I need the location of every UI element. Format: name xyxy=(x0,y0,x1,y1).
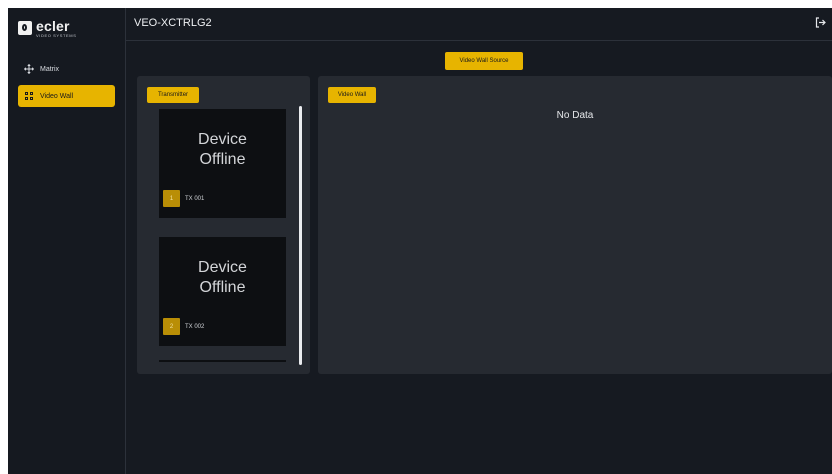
page-title: VEO-XCTRLG2 xyxy=(134,17,212,29)
transmitter-tile[interactable]: Device Offline 1 TX 001 xyxy=(159,109,286,218)
video-wall-source-button[interactable]: Video Wall Source xyxy=(445,52,523,70)
brand-logo: ecler VIDEO SYSTEMS xyxy=(18,17,76,39)
sidebar: ecler VIDEO SYSTEMS Matrix Video Wall xyxy=(8,8,126,474)
transmitter-panel: Transmitter Device Offline 1 TX 001 Devi… xyxy=(137,76,310,374)
sidebar-item-matrix[interactable]: Matrix xyxy=(18,58,115,80)
no-data-message: No Data xyxy=(556,110,594,121)
tile-name: TX 002 xyxy=(185,324,205,330)
tile-status-line2: Offline xyxy=(199,151,246,168)
ecler-logo-icon xyxy=(18,21,32,35)
tile-name: TX 001 xyxy=(185,196,205,202)
tile-status-line1: Device xyxy=(198,259,247,276)
transmitter-scrollbar[interactable] xyxy=(299,106,302,365)
move-icon xyxy=(24,64,34,74)
sidebar-item-label: Matrix xyxy=(40,65,60,73)
transmitter-tile[interactable]: Device Offline 2 TX 002 xyxy=(159,237,286,346)
tile-index-badge: 1 xyxy=(163,190,180,207)
video-wall-panel: Video Wall No Data xyxy=(318,76,832,374)
tile-index-badge: 2 xyxy=(163,318,180,335)
sidebar-item-video-wall[interactable]: Video Wall xyxy=(18,85,115,107)
tile-status-line2: Offline xyxy=(199,279,246,296)
sidebar-item-label: Video Wall xyxy=(40,92,74,100)
tile-status-line1: Device xyxy=(198,131,247,148)
top-header: VEO-XCTRLG2 xyxy=(126,8,832,41)
brand-subtitle: VIDEO SYSTEMS xyxy=(36,32,77,38)
brand-name: ecler xyxy=(36,17,70,34)
transmitter-button[interactable]: Transmitter xyxy=(147,87,199,103)
video-wall-button[interactable]: Video Wall xyxy=(328,87,376,103)
grid-icon xyxy=(24,91,34,101)
transmitter-tile-partial xyxy=(159,360,286,362)
logout-icon[interactable] xyxy=(815,17,826,31)
app-window: ecler VIDEO SYSTEMS Matrix Video Wall VE… xyxy=(8,8,832,474)
